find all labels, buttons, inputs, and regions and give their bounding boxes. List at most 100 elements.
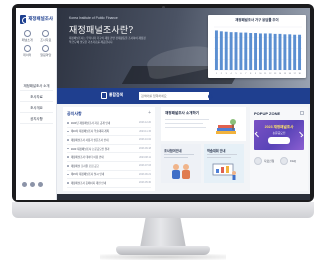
notice-item-title: 재정패널 조사원 모집 공고 [70, 164, 100, 168]
chart-bar [283, 34, 287, 70]
chart-x-tick-label: 2 [221, 73, 223, 75]
banner-headline: 2023 재정패널조사 [264, 125, 294, 129]
sidebar-nav-item-3[interactable]: 데이터 [19, 45, 36, 57]
presentation-illustration-icon [212, 163, 236, 180]
chart-bar [219, 31, 223, 70]
card-text-line [164, 154, 194, 156]
notice-list-item[interactable]: 재정패널조사 사용자 설문조사 안내 2023.10.02 [67, 136, 151, 145]
website-screen: 재정패널조사 패널소개 조사자료 데이터 알림마당 재정패널조사 소개 조사자료… [16, 8, 310, 200]
database-icon [23, 45, 31, 52]
chart-bar [224, 31, 228, 70]
chart-x-tick-label: 15 [284, 73, 287, 75]
notice-panel: 공지사항 + 2023년 재정패널조사 자료 공개 안내 2023.12.20 제1… [63, 107, 155, 191]
sidebar: 재정패널조사 패널소개 조사자료 데이터 알림마당 재정패널조사 소개 조사자료… [16, 8, 57, 200]
chart-bar [244, 32, 248, 70]
card-text-line [164, 157, 188, 159]
blog-icon[interactable] [38, 182, 43, 187]
notice-list-item[interactable]: 2023 재정패널조사 논문공모전 결과 2023.09.18 [67, 145, 151, 154]
hero-eyebrow: Korea Institute of Public Finance [69, 16, 118, 20]
bell-icon [42, 45, 50, 52]
chart-bar [288, 34, 292, 70]
bullet-icon [67, 173, 69, 176]
site-logo[interactable]: 재정패널조사 [20, 14, 53, 25]
chart-bar [249, 33, 253, 70]
notice-item-title: 재정패널조사 홈페이지 개편 안내 [70, 181, 107, 185]
notice-more-button[interactable]: + [148, 110, 151, 116]
site-footer [57, 194, 310, 200]
quick-links: 자료신청 FAQ [254, 157, 296, 165]
chevron-right-icon[interactable] [297, 131, 304, 138]
chart-x-tick-label: 12 [269, 73, 272, 75]
chart-x-tick-label: 11 [264, 73, 267, 75]
card-title: 조사참여안내 [164, 149, 182, 153]
sidebar-nav-item-2[interactable]: 조사자료 [38, 30, 55, 42]
bullet-icon [67, 130, 69, 133]
chart-bar [254, 33, 258, 70]
notice-item-date: 2023.05.30 [139, 181, 151, 185]
intro-text-line [165, 127, 206, 129]
twitter-icon[interactable] [30, 182, 35, 187]
notice-list-item[interactable]: 2023년 재정패널조사 자료 공개 안내 2023.12.20 [67, 119, 151, 128]
bullet-icon [67, 147, 69, 150]
intro-panel[interactable]: 재정패널조사 소개하기 [161, 107, 246, 141]
notice-item-date: 2023.08.11 [139, 155, 151, 159]
chart-bars [214, 30, 302, 70]
notice-item-title: 제15차 재정패널조사 실시 안내 [70, 173, 105, 177]
notice-item-title: 재정패널조사 데이터 이용 안내 [70, 156, 104, 160]
conference-card[interactable]: 학술대회 안내 [204, 144, 244, 183]
social-links [22, 182, 43, 187]
participation-card[interactable]: 조사참여안내 [161, 144, 201, 183]
sidebar-menu-item[interactable]: 조사개요 [20, 102, 53, 113]
sidebar-menu: 재정패널조사 소개 조사자료 조사개요 공지사항 [20, 80, 53, 124]
chart-x-tick-label: 3 [226, 73, 228, 75]
notice-list-item[interactable]: 재정패널 조사원 모집 공고 2023.07.03 [67, 162, 151, 171]
banner-button[interactable] [268, 137, 290, 144]
chart-x-tick-label: 8 [250, 73, 252, 75]
sidebar-menu-item[interactable]: 조사자료 [20, 91, 53, 102]
bullet-icon [67, 164, 69, 167]
search-label: 통합검색 [109, 93, 123, 97]
books-illustration-icon [216, 119, 236, 134]
card-text-line [207, 154, 237, 156]
notice-item-date: 2023.06.21 [139, 172, 151, 176]
popup-zone: POPUP ZONE 2023 재정패널조사 논문공모전 자료신청 FAQ [250, 107, 308, 191]
bullet-icon [67, 156, 69, 158]
sidebar-nav-item-1[interactable]: 패널소개 [19, 30, 36, 42]
notice-list-item[interactable]: 제16차 재정패널조사 학술대회 개최 2023.11.15 [67, 128, 151, 137]
quick-link-download[interactable]: 자료신청 [254, 157, 274, 165]
quick-link-label: FAQ [290, 159, 296, 163]
notice-item-date: 2023.07.03 [139, 164, 151, 168]
popup-pause-button[interactable] [300, 111, 304, 115]
sidebar-nav-item-4[interactable]: 알림마당 [38, 45, 55, 57]
chart-x-tick-label: 14 [279, 73, 282, 75]
notice-item-date: 2023.10.02 [139, 138, 151, 142]
search-icon[interactable] [207, 92, 214, 100]
search-category-icon [101, 92, 107, 99]
notice-item-title: 2023년 재정패널조사 자료 공개 안내 [70, 121, 111, 125]
notice-item-date: 2023.09.18 [139, 147, 151, 151]
intro-title: 재정패널조사 소개하기 [165, 111, 200, 115]
search-input[interactable] [139, 92, 209, 100]
bullet-icon [67, 139, 69, 141]
chart-x-tick-label: 16 [289, 73, 292, 75]
popup-zone-title: POPUP ZONE [254, 111, 281, 116]
notice-list-item[interactable]: 재정패널조사 데이터 이용 안내 2023.08.11 [67, 153, 151, 162]
chart-bar [278, 33, 282, 70]
document-icon [42, 30, 50, 37]
card-text-line [207, 157, 231, 159]
sidebar-menu-item[interactable]: 공지사항 [20, 113, 53, 124]
notice-list-item[interactable]: 제15차 재정패널조사 실시 안내 2023.06.21 [67, 171, 151, 180]
chart-svg: 재정패널조사 가구 응답률 추이 1 2 3 4 5 6 7 8 9 10 11 12 13 14 15 16… [214, 17, 302, 75]
question-icon [280, 157, 289, 165]
facebook-icon[interactable] [22, 182, 27, 187]
quick-link-faq[interactable]: FAQ [280, 157, 296, 165]
chart-x-tick-label: 9 [255, 73, 257, 75]
notice-list-item[interactable]: 재정패널조사 홈페이지 개편 안내 2023.05.30 [67, 179, 151, 188]
popup-banner[interactable]: 2023 재정패널조사 논문공모전 [254, 120, 304, 150]
notice-item-date: 2023.11.15 [139, 129, 151, 133]
popup-controls [300, 111, 304, 115]
sidebar-menu-item[interactable]: 재정패널조사 소개 [20, 80, 53, 91]
monitor-stand-base [116, 246, 210, 255]
chart-x-tick-label: 17 [294, 73, 297, 75]
bullet-icon [67, 122, 69, 124]
